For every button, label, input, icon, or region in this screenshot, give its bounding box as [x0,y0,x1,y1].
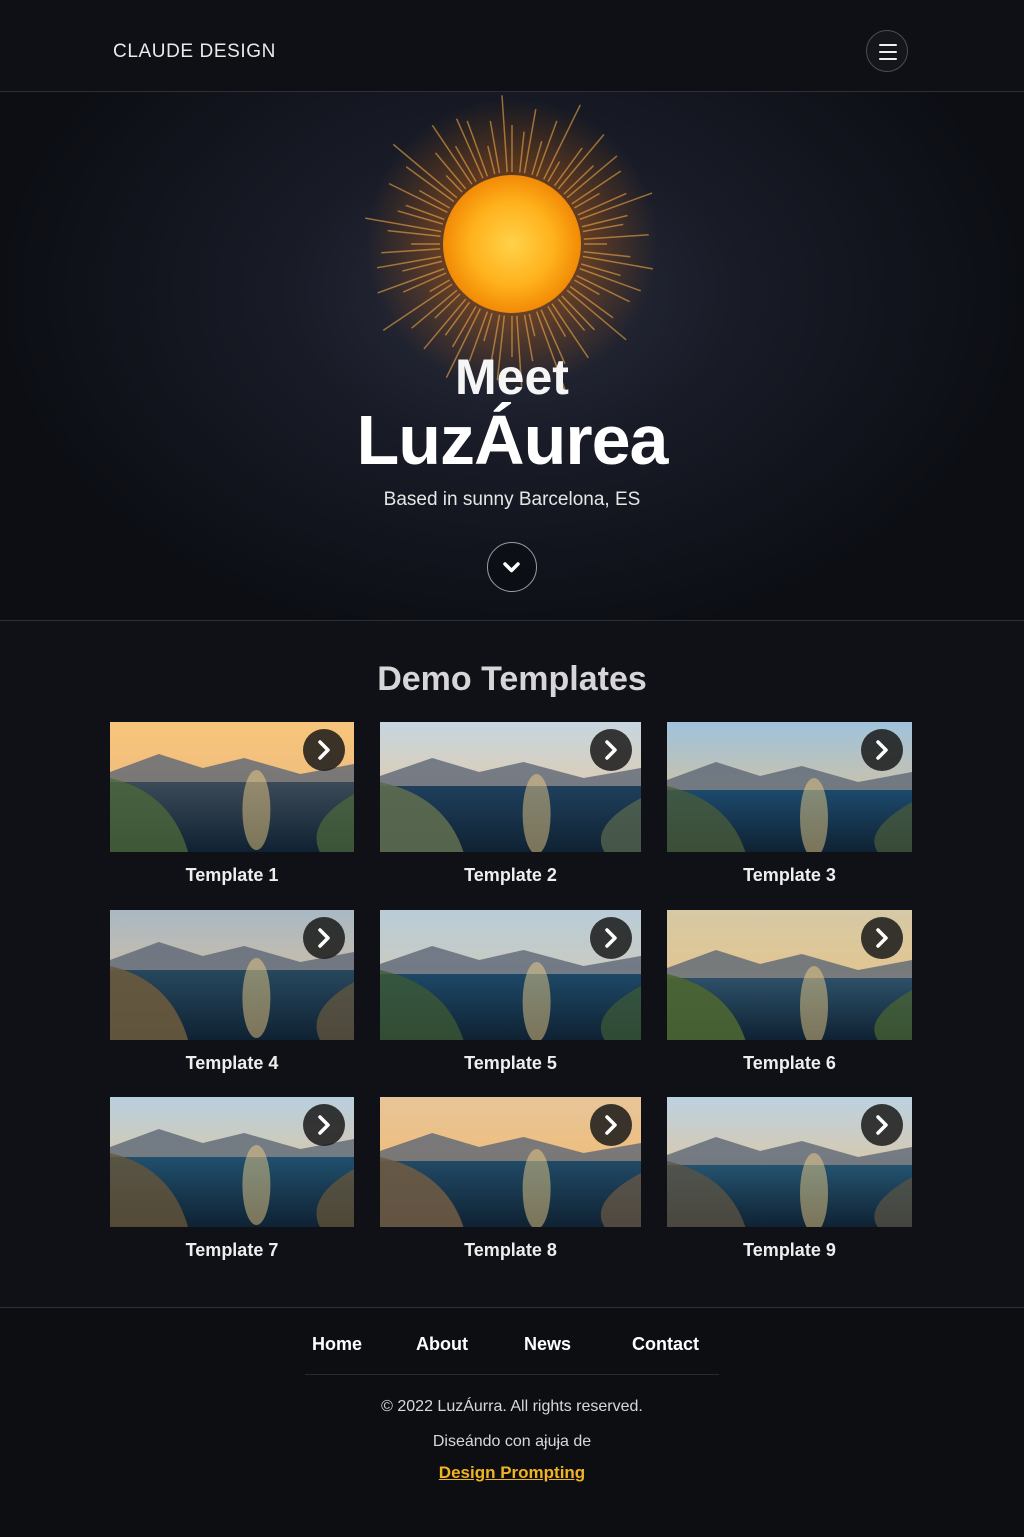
play-template-button[interactable] [590,917,632,959]
play-template-button[interactable] [590,1104,632,1146]
template-label: Template 2 [464,865,557,885]
site-header: CLAUDE DESIGN [0,0,1024,92]
hamburger-menu-icon [879,44,897,46]
play-template-button[interactable] [861,729,903,771]
templates-heading: Demo Templates [377,660,647,698]
template-label: Template 1 [185,865,279,885]
chevron-right-icon [605,928,617,948]
copyright-text: © 2022 LuzÁurra. All rights reserved. [381,1398,643,1415]
template-card-2[interactable]: Template 2 [380,722,641,892]
template-card-6[interactable]: Template 6 [667,910,912,1080]
hero-title: LuzÁurea [356,401,669,479]
template-label: Template 8 [464,1240,557,1260]
template-label: Template 5 [464,1053,557,1073]
chevron-right-icon [876,1115,888,1135]
template-card-1[interactable]: Template 1 [110,722,354,892]
play-template-button[interactable] [303,917,345,959]
template-label: Template 4 [185,1053,279,1073]
template-label: Template 9 [743,1240,836,1260]
footer-nav-news[interactable]: News [524,1334,571,1355]
template-card-7[interactable]: Template 7 [110,1097,354,1267]
template-label: Template 7 [185,1240,279,1260]
chevron-right-icon [318,928,330,948]
chevron-right-icon [605,1115,617,1135]
hero-section: Meet LuzÁurea Based in sunny Barcelona, … [0,92,1024,621]
template-card-3[interactable]: Template 3 [667,722,912,892]
hero-subtitle: Based in sunny Barcelona, ES [383,489,641,510]
chevron-right-icon [876,740,888,760]
footer-nav-home[interactable]: Home [312,1334,362,1355]
chevron-right-icon [318,740,330,760]
template-card-8[interactable]: Template 8 [380,1097,641,1267]
chevron-right-icon [605,740,617,760]
chevron-right-icon [318,1115,330,1135]
site-footer: Home About News Contact © 2022 LuzÁurra.… [0,1307,1024,1537]
template-label: Template 3 [743,865,836,885]
hero-eyebrow: Meet [455,349,569,405]
sun-illustration [362,92,662,392]
footer-nav-contact[interactable]: Contact [632,1334,699,1355]
template-card-4[interactable]: Template 4 [110,910,354,1080]
template-card-9[interactable]: Template 9 [667,1097,912,1267]
chevron-right-icon [876,928,888,948]
template-card-5[interactable]: Template 5 [380,910,641,1080]
brand-logo-text[interactable]: CLAUDE DESIGN [113,41,276,63]
play-template-button[interactable] [303,729,345,771]
menu-button[interactable] [866,30,908,72]
design-prompting-link[interactable]: Design Prompting [0,1463,1024,1483]
made-with-text: Diseándo con aɉuɉa de [432,1433,592,1450]
template-label: Template 6 [743,1053,836,1073]
scroll-down-button[interactable] [487,542,537,592]
footer-nav-about[interactable]: About [416,1334,468,1355]
play-template-button[interactable] [861,917,903,959]
chevron-down-icon [503,562,520,573]
footer-divider [305,1374,719,1375]
play-template-button[interactable] [590,729,632,771]
play-template-button[interactable] [861,1104,903,1146]
play-template-button[interactable] [303,1104,345,1146]
